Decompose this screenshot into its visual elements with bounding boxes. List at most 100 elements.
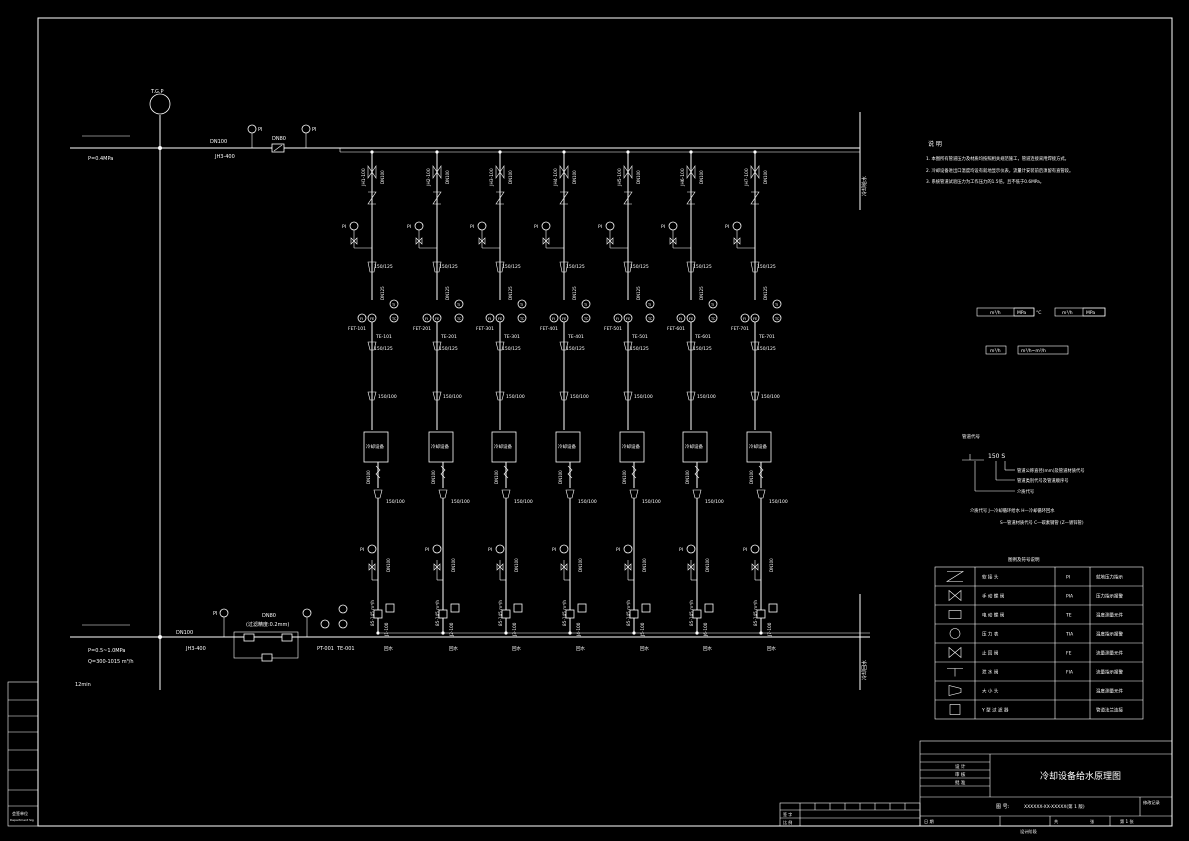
branch-pi: PI — [661, 224, 665, 230]
branch-fe: FE — [370, 317, 374, 321]
legend-right-5: 流量测量元件 — [1096, 650, 1123, 657]
branch-pi: PI — [342, 224, 346, 230]
top-pressure: P=0.4MPa — [88, 156, 113, 162]
branch-pi-return: PI — [679, 547, 683, 553]
branch-ti: TI — [391, 303, 395, 307]
branch-size-a: DN100 — [445, 170, 450, 184]
branch-size-b: DN125 — [380, 286, 385, 300]
branch-reducer-a: 150/125 — [566, 264, 585, 270]
top-gauge-b-icon — [301, 124, 311, 134]
reducer-icon — [948, 685, 962, 696]
branch-fe: FE — [689, 317, 693, 321]
symbol-legend: 图例及符号说明 软 接 头 PI 就地压力指示手 动 蝶 阀 PIA 压力指示报警电 动… — [934, 556, 1144, 720]
reducer-icon — [692, 489, 702, 499]
box-valve-icon — [438, 609, 448, 619]
branch-reducer-d: 150/100 — [386, 499, 405, 505]
branch-reducer-b: 150/125 — [566, 346, 585, 352]
tgp-label: T.G.P — [150, 89, 164, 95]
legend-left-7: 大 小 头 — [982, 688, 999, 695]
drawing-title: 冷却设备给水原理图 — [1040, 770, 1121, 782]
legend-left-8: Y 型 过 滤 器 — [981, 707, 1009, 714]
legend-code-4: TIA — [1065, 632, 1074, 638]
branch-size-d: DN100 — [451, 558, 456, 572]
branch-fet: FET-101 — [348, 326, 366, 332]
branch-flow: 85-145 m³/h — [753, 600, 758, 626]
branch-size-a: DN100 — [699, 170, 704, 184]
branch-tc: TC — [710, 317, 716, 321]
branch-bottom-label: 回水 — [449, 645, 458, 652]
branch-size-a: DN100 — [572, 170, 577, 184]
notes-line-3: 3. 系统管道试验压力为工作压力的1.5倍，且不低于0.6MPa。 — [926, 178, 1044, 185]
branch-ti: TI — [774, 303, 778, 307]
branch-reducer-d: 150/100 — [769, 499, 788, 505]
box-valve-icon — [692, 609, 702, 619]
legend-left-1: 软 接 头 — [982, 574, 999, 581]
top-gauge-b: PI — [312, 127, 317, 133]
title-block: 设 计 审 核 批 准 冷却设备给水原理图 图 号: XXXXXX-XX-XXX… — [779, 740, 1173, 835]
bottom-gauge: PI — [213, 611, 218, 617]
sheet-of: 张 — [1090, 818, 1095, 825]
box-valve-icon — [629, 609, 639, 619]
branch-flow: 85-145 m³/h — [689, 600, 694, 626]
branch-jtag: J1-100 — [384, 622, 389, 637]
bottom-size: DN100 — [176, 630, 193, 636]
branch-pi: PI — [598, 224, 602, 230]
gauge-icon — [349, 221, 359, 231]
branch-flow: 85-145 m³/h — [435, 600, 440, 626]
tgp-node-icon — [149, 93, 171, 115]
mid-r2-1: m³/h~m³/h — [1021, 348, 1046, 354]
branch-5: JH5-100 DN100 PI 150/125 DN125 FI FE TI TC FET-50… — [598, 150, 661, 652]
top-main-line: P=0.4MPa DN100 JH3-400 DN80 PI PI 冷却给水 — [70, 112, 868, 210]
box-valve-icon — [373, 609, 383, 619]
branch-reducer-a: 150/125 — [439, 264, 458, 270]
box-valve-icon — [641, 603, 651, 613]
branch-equipment: 冷却设备 — [366, 443, 384, 450]
legend-code-5: FE — [1066, 651, 1072, 657]
branch-reducer-b: 150/125 — [693, 346, 712, 352]
branch-pi-return: PI — [743, 547, 747, 553]
gauge-icon — [750, 544, 760, 554]
bottom-tc: TE-001 — [336, 646, 355, 652]
branch-fi: FI — [679, 317, 682, 321]
gauge-icon — [541, 221, 551, 231]
bottom-valve-size: DN80 — [262, 613, 276, 619]
legend-left-4: 压 力 表 — [982, 631, 999, 638]
bottom-pt: PT-001 — [317, 646, 334, 652]
branch-tag: JH6-100 — [680, 168, 686, 187]
branch-equipment: 冷却设备 — [558, 443, 576, 450]
drawing-no-label: 图 号: — [996, 804, 1010, 810]
branch-size-c: DN100 — [622, 470, 627, 484]
stamp-line2: Department Sig — [10, 818, 34, 822]
bottom-valve-icon — [281, 633, 293, 642]
branch-fi: FI — [616, 317, 619, 321]
branch-reducer-b: 150/125 — [374, 346, 393, 352]
branch-tag: JH3-100 — [489, 168, 495, 187]
zigzag-icon — [631, 465, 637, 479]
branch-reducer-c: 150/100 — [697, 394, 716, 400]
tag-legend-note-a: 介质代号 J—冷却循环给水 H—冷却循环回水 — [970, 507, 1055, 514]
branch-te: TE-701 — [758, 334, 775, 340]
box-valve-icon — [385, 603, 395, 613]
branch-fe: FE — [498, 317, 502, 321]
branch-reducer-c: 150/100 — [570, 394, 589, 400]
branch-jtag: J5-100 — [640, 622, 645, 637]
branch-size-b: DN125 — [763, 286, 768, 300]
strainer-icon — [949, 704, 961, 715]
branch-pi: PI — [534, 224, 538, 230]
branch-reducer-a: 150/125 — [693, 264, 712, 270]
bottom-main-line: P=0.5~1.0MPa Q=300-1015 m³/h 12min DN100… — [70, 594, 870, 690]
legend-right-7: 温度测量元件 — [1096, 688, 1123, 695]
date-label: 日 期 — [924, 819, 934, 825]
branch-bottom-label: 回水 — [703, 645, 712, 652]
tag-legend-title: 管道代号 — [962, 433, 980, 440]
gauge-icon — [732, 221, 742, 231]
title-row-1: 设 计 — [955, 763, 966, 770]
branch-pi: PI — [725, 224, 729, 230]
legend-right-3: 温度测量元件 — [1096, 612, 1123, 619]
branch-reducer-b: 150/125 — [439, 346, 458, 352]
reducer-icon — [629, 489, 639, 499]
title-row-2: 审 核 — [955, 771, 966, 778]
branch-te: TE-601 — [694, 334, 711, 340]
bottom-pressure: P=0.5~1.0MPa — [88, 648, 125, 654]
mid-r1-1: MPa — [1017, 310, 1026, 316]
